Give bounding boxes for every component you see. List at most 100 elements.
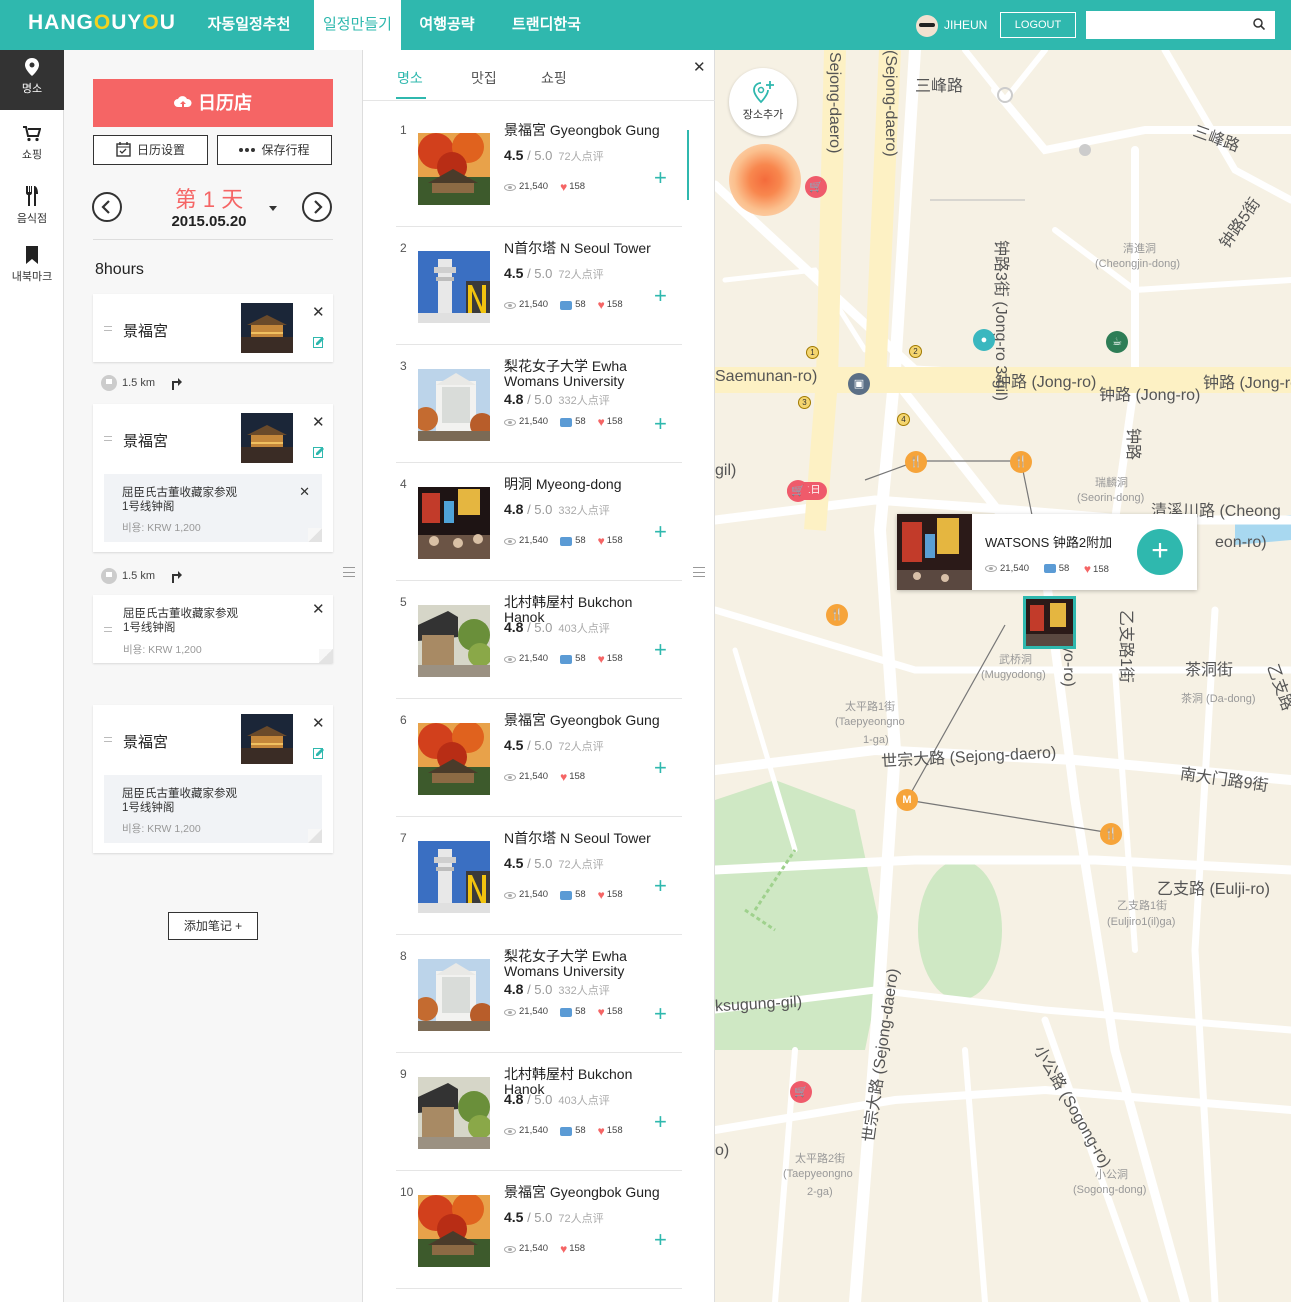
sidebar-item-restaurants[interactable]: 음식점 [0, 178, 64, 236]
restaurant-marker[interactable]: 🍴 [1010, 451, 1032, 473]
edit-note-icon[interactable] [313, 747, 325, 759]
remove-note-icon[interactable]: ✕ [312, 602, 325, 617]
sidebar-item-bookmarks[interactable]: 내북마크 [0, 238, 64, 296]
next-day-button[interactable] [302, 192, 332, 222]
add-to-schedule-button[interactable]: + [1137, 529, 1183, 575]
save-itinerary-button[interactable]: 保存行程 [217, 135, 332, 165]
schedule-card[interactable]: 景福宮 ✕ 屈臣氏古董收藏家参观 1号线钟阁 비용: KRW 1,200 ✕ [93, 404, 333, 552]
nav-travel-guide[interactable]: 여행공략 [407, 0, 487, 50]
schedule-panel: 日历店 日历设置 保存行程 第 1 天 2015.05.20 8hours 景福… [64, 50, 363, 1302]
edit-note-icon[interactable] [313, 336, 325, 348]
list-item[interactable]: 4 明洞 Myeong-dong 4.8 / 5.0 332人点评 21,540 58 ♥ 1… [396, 463, 682, 581]
add-note-button[interactable]: 添加笔记 + [168, 912, 258, 940]
resize-handle-icon[interactable] [693, 567, 705, 577]
heart-icon: ♥ [597, 1124, 605, 1138]
add-place-button[interactable]: 장소추가 [729, 68, 797, 136]
list-item[interactable]: 3 梨花女子大学 Ewha Womans University 4.8 / 5.0 3… [396, 345, 682, 463]
list-item[interactable]: 7 N首尔塔 N Seoul Tower 4.5 / 5.0 72人点评 21,540 5… [396, 817, 682, 935]
directions-icon[interactable] [169, 376, 183, 391]
list-scroll-indicator[interactable] [687, 130, 689, 200]
list-item[interactable]: 5 北村韩屋村 Bukchon Hanok 4.8 / 5.0 403人点评 21,54… [396, 581, 682, 699]
sidebar-item-attractions[interactable]: 명소 [0, 50, 64, 110]
nav-trendy-korea[interactable]: 트랜디한국 [500, 0, 593, 50]
place-thumbnail [418, 841, 490, 913]
shopping-marker[interactable]: 🛒 [787, 480, 809, 502]
map-label: 钟路 [1124, 428, 1141, 461]
location-marker[interactable]: ● [973, 329, 995, 351]
views-icon [504, 183, 516, 191]
search-input[interactable] [1086, 11, 1246, 39]
item-stats: 21,540 ♥ 158 [504, 1243, 597, 1255]
search-box [1086, 11, 1275, 39]
selected-place-marker[interactable] [1023, 596, 1076, 649]
edit-note-icon[interactable] [313, 446, 325, 458]
schedule-card[interactable]: 景福宮 ✕ [93, 294, 333, 362]
remove-card-icon[interactable]: ✕ [312, 415, 325, 430]
bus-stop-marker[interactable]: ▣ [848, 373, 870, 395]
subway-exit-1: 1 [806, 346, 819, 359]
add-place-plus-icon[interactable]: + [654, 283, 667, 309]
add-place-plus-icon[interactable]: + [654, 1227, 667, 1253]
prev-day-button[interactable] [92, 192, 122, 222]
add-place-plus-icon[interactable]: + [654, 519, 667, 545]
day-label: 第 1 天 [174, 187, 244, 212]
shopping-marker[interactable]: 🛒 [805, 176, 827, 198]
calendar-settings-button[interactable]: 日历设置 [93, 135, 208, 165]
list-item[interactable]: 1 景福宮 Gyeongbok Gung 4.5 / 5.0 72人点评 21,540 ♥… [396, 109, 682, 227]
remove-card-icon[interactable]: ✕ [312, 305, 325, 320]
shopping-marker[interactable]: 🛒 [790, 1081, 812, 1103]
add-place-plus-icon[interactable]: + [654, 873, 667, 899]
page-fold [319, 649, 333, 663]
note-card[interactable]: 屈臣氏古董收藏家参观 1号线钟阁 비용: KRW 1,200 ✕ [93, 595, 333, 663]
resize-handle-icon[interactable] [343, 567, 355, 577]
map-label: 乙支路1街 [1117, 610, 1134, 683]
drag-handle-icon[interactable] [104, 737, 112, 742]
restaurant-marker[interactable]: 🍴 [826, 604, 848, 626]
add-place-plus-icon[interactable]: + [654, 755, 667, 781]
item-stats: 21,540 58 ♥ 158 [504, 889, 635, 901]
list-item[interactable]: 8 梨花女子大学 Ewha Womans University 4.8 / 5.0 3… [396, 935, 682, 1053]
views-icon [504, 537, 516, 545]
rating: 4.8 / 5.0 332人点评 [504, 501, 610, 517]
day-dropdown-caret-icon[interactable] [269, 206, 277, 211]
drag-handle-icon[interactable] [104, 436, 112, 441]
add-place-plus-icon[interactable]: + [654, 1001, 667, 1027]
remove-note-icon[interactable]: ✕ [299, 484, 310, 500]
tab-restaurants[interactable]: 맛집 [471, 68, 497, 88]
calendar-store-button[interactable]: 日历店 [93, 79, 333, 127]
search-icon[interactable] [1253, 18, 1265, 30]
logout-button[interactable]: LOGOUT [1000, 12, 1076, 38]
cafe-marker[interactable]: ☕ [1106, 331, 1128, 353]
note-box[interactable]: 屈臣氏古董收藏家参观 1号线钟阁 비용: KRW 1,200 [104, 775, 322, 843]
nav-make-schedule[interactable]: 일정만들기 [314, 0, 401, 50]
restaurant-marker[interactable]: M [896, 789, 918, 811]
add-place-plus-icon[interactable]: + [654, 1109, 667, 1135]
add-place-plus-icon[interactable]: + [654, 165, 667, 191]
schedule-card[interactable]: 景福宮 ✕ 屈臣氏古董收藏家参观 1号线钟阁 비용: KRW 1,200 [93, 705, 333, 853]
restaurant-marker[interactable]: 🍴 [905, 451, 927, 473]
map-label: 武桥洞 [999, 654, 1032, 666]
place-name: 梨花女子大学 Ewha Womans University [504, 948, 627, 979]
remove-card-icon[interactable]: ✕ [312, 716, 325, 731]
directions-icon[interactable] [169, 569, 183, 584]
list-item[interactable]: 9 北村韩屋村 Bukchon Hanok 4.8 / 5.0 403人点评 21,54… [396, 1053, 682, 1171]
list-item[interactable]: 2 N首尔塔 N Seoul Tower 4.5 / 5.0 72人点评 21,540 5… [396, 227, 682, 345]
drag-handle-icon[interactable] [104, 326, 112, 331]
add-place-plus-icon[interactable]: + [654, 411, 667, 437]
user-profile[interactable]: JIHEUN [916, 14, 987, 37]
restaurant-marker[interactable]: 🍴 [1100, 823, 1122, 845]
list-item[interactable]: 10 景福宮 Gyeongbok Gung 4.5 / 5.0 72人点评 21,540… [396, 1171, 682, 1289]
close-panel-icon[interactable]: ✕ [693, 58, 706, 76]
drag-handle-icon[interactable] [104, 627, 112, 632]
tab-attractions[interactable]: 명소 [397, 68, 423, 88]
sidebar-item-label: 명소 [21, 83, 43, 95]
note-box[interactable]: 屈臣氏古董收藏家参观 1号线钟阁 비용: KRW 1,200 ✕ [104, 474, 322, 542]
add-place-plus-icon[interactable]: + [654, 637, 667, 663]
sidebar-item-shopping[interactable]: 쇼핑 [0, 118, 64, 176]
place-popup[interactable]: WATSONS 钟路2附加 21,540 58 ♥ 158 + [897, 514, 1197, 590]
list-item[interactable]: 6 景福宮 Gyeongbok Gung 4.5 / 5.0 72人点评 21,540 ♥… [396, 699, 682, 817]
tab-shopping[interactable]: 쇼핑 [541, 68, 567, 88]
map-view[interactable]: 장소추가 三峰路 三峰路 钟路5街 钟路3街 (Jong-ro 3-gil) 清… [715, 50, 1291, 1302]
logo[interactable]: HANGOUYOU [28, 11, 176, 35]
nav-auto-schedule[interactable]: 자동일정추천 [195, 0, 303, 50]
